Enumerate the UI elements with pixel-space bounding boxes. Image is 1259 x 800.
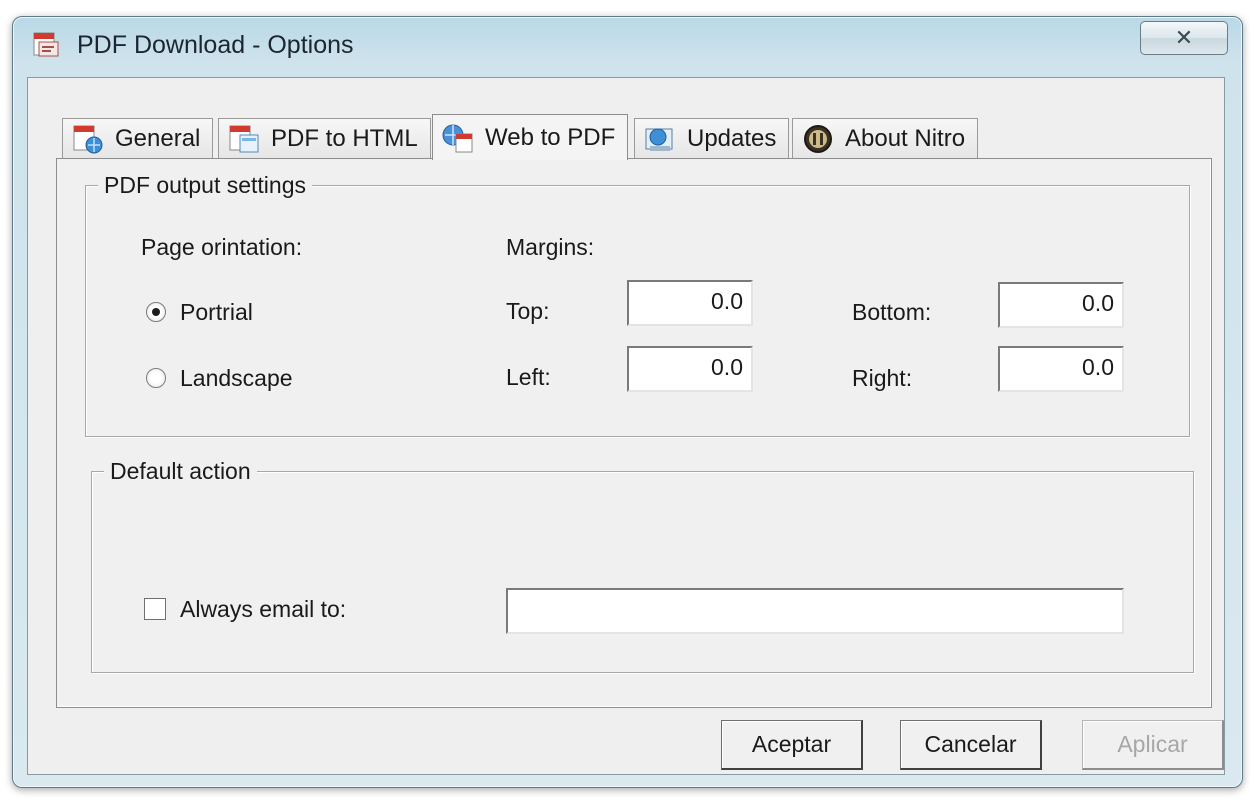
tab-pdf-to-html[interactable]: PDF to HTML [218,118,431,158]
window-title: PDF Download - Options [77,31,354,59]
web-to-pdf-panel: PDF output settings Page orintation: Por… [56,158,1212,708]
pdf-output-settings-group: PDF output settings Page orintation: Por… [85,172,1190,437]
radio-selected-dot [152,308,160,316]
web-to-pdf-icon [442,124,473,152]
email-address-field[interactable] [506,588,1124,634]
right-margin-field[interactable]: 0.0 [998,346,1124,392]
pdf-output-settings-legend: PDF output settings [98,172,312,199]
tab-label-about-nitro: About Nitro [845,124,966,152]
always-email-label[interactable]: Always email to: [180,596,346,623]
dialog-client-area: General PDF to HTML Web to PDF Updates A… [27,77,1225,775]
tab-updates[interactable]: Updates [634,118,790,158]
top-margin-label: Top: [506,298,550,324]
portrait-label[interactable]: Portrial [180,299,253,326]
app-icon [33,32,59,57]
general-icon [73,125,103,153]
tab-web-to-pdf[interactable]: Web to PDF [432,114,629,160]
left-margin-field[interactable]: 0.0 [627,346,753,392]
cancel-button[interactable]: Cancelar [900,720,1042,770]
bottom-margin-field[interactable]: 0.0 [998,282,1124,328]
nitro-icon [804,124,832,153]
title-bar[interactable]: PDF Download - Options ✕ [13,17,1242,75]
apply-button[interactable]: Aplicar [1082,720,1224,770]
default-action-group: Default action Always email to: [91,458,1194,673]
tab-label-updates: Updates [687,124,777,152]
options-dialog: PDF Download - Options ✕ General PDF to … [12,16,1243,788]
portrait-radio[interactable] [146,302,166,322]
tab-about-nitro[interactable]: About Nitro [792,118,979,158]
tab-label-general: General [115,124,201,152]
ok-button[interactable]: Aceptar [721,720,863,770]
tab-label-web-to-pdf: Web to PDF [485,123,616,151]
right-margin-label: Right: [852,365,913,391]
page-orientation-label: Page orintation: [141,234,303,260]
bottom-margin-label: Bottom: [852,299,932,325]
tab-label-pdf-to-html: PDF to HTML [271,124,418,152]
tab-general[interactable]: General [62,118,214,158]
close-icon: ✕ [1174,25,1194,50]
pdf-to-html-icon [229,125,259,152]
close-button[interactable]: ✕ [1140,21,1228,55]
always-email-checkbox[interactable] [144,598,166,620]
landscape-radio[interactable] [146,368,166,388]
top-margin-field[interactable]: 0.0 [627,280,753,326]
updates-icon [645,128,673,151]
landscape-label[interactable]: Landscape [180,365,293,392]
margins-label: Margins: [506,234,595,260]
left-margin-label: Left: [506,364,551,390]
default-action-legend: Default action [104,458,257,485]
